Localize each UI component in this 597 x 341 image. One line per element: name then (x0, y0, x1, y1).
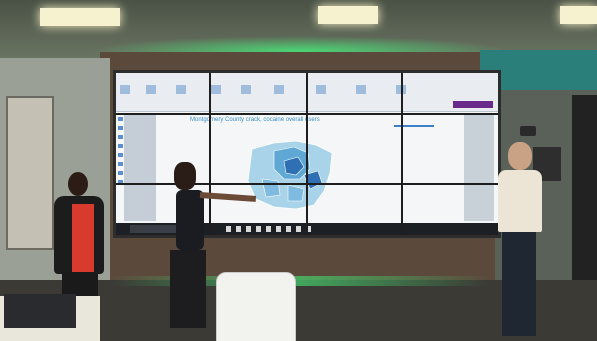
ceiling-light (40, 8, 120, 26)
conference-room-scene: Montgomery County crack, cocaine overall… (0, 0, 597, 341)
panel-seam (116, 113, 498, 115)
pants (170, 250, 206, 328)
ribbon-accent-badge (453, 101, 493, 108)
beige-shirt (498, 170, 542, 232)
ribbon-tool-icon (146, 85, 156, 94)
ribbon-tool-icon (211, 85, 221, 94)
ribbon-tool-icon (176, 85, 186, 94)
legend-color-strip (394, 125, 434, 127)
head (508, 142, 532, 170)
laptop (4, 294, 76, 328)
white-chair (216, 272, 296, 341)
right-side-pane (464, 113, 494, 221)
contents-pane (124, 113, 156, 221)
head (68, 172, 88, 196)
ribbon-tool-icon (274, 85, 284, 94)
ribbon-tool-icon (316, 85, 326, 94)
jeans (502, 232, 536, 336)
panel-seam (401, 73, 403, 235)
ceiling-light (560, 6, 597, 24)
right-door (572, 95, 597, 295)
ribbon-tool-icon (356, 85, 366, 94)
torso (176, 190, 204, 250)
head (174, 162, 196, 190)
ceiling-light (318, 6, 378, 24)
wall-camera (520, 126, 536, 136)
ribbon-tool-icon (120, 85, 130, 94)
panel-seam (306, 73, 308, 235)
red-top (72, 204, 94, 272)
left-doorway (6, 96, 54, 250)
pointing-arm (199, 192, 257, 202)
ribbon-tool-icon (241, 85, 251, 94)
person-right (494, 142, 550, 341)
